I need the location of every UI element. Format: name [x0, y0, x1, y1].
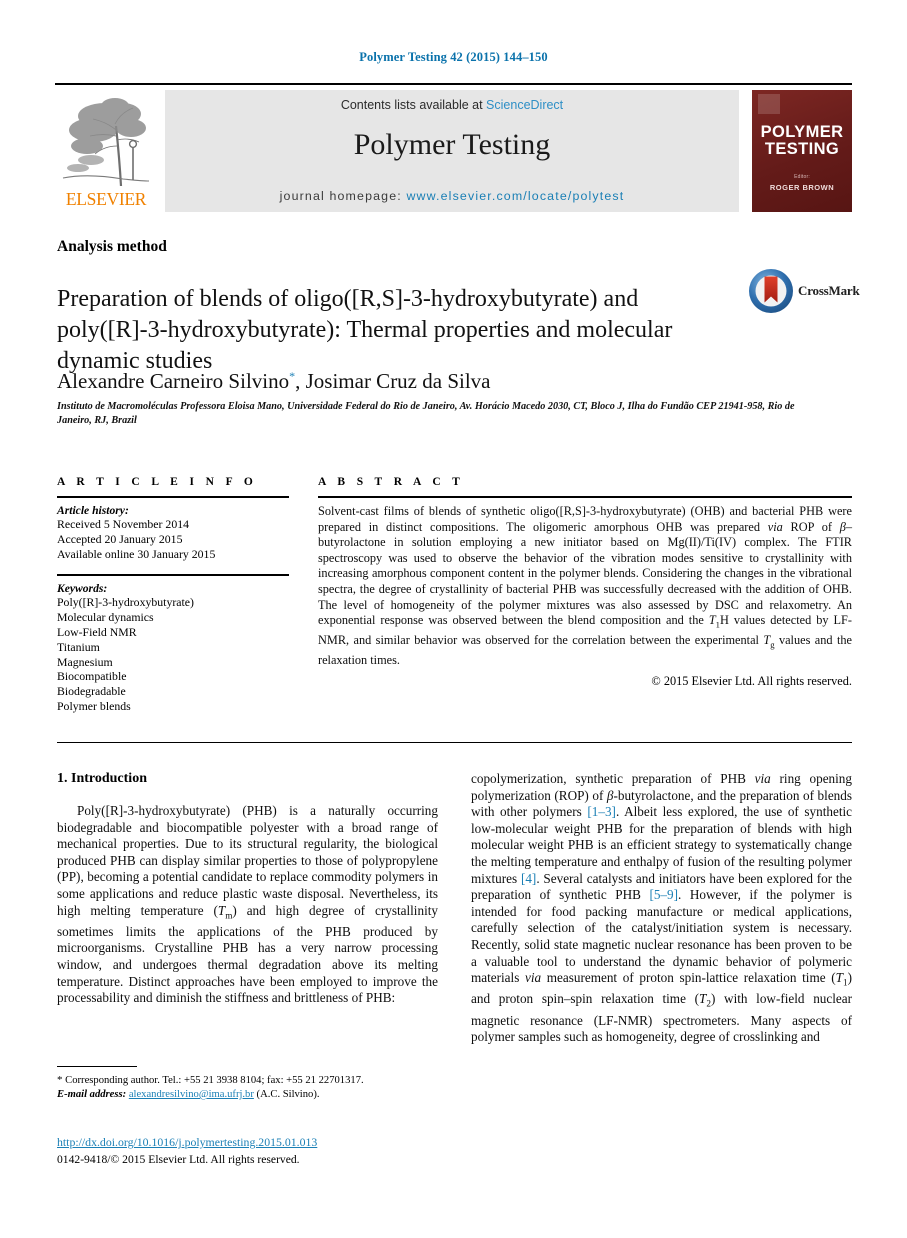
crossmark-icon: [749, 269, 793, 313]
footnote-email-owner: (A.C. Silvino).: [256, 1089, 320, 1100]
journal-homepage-line: journal homepage: www.elsevier.com/locat…: [165, 189, 739, 203]
abstract-heading: A B S T R A C T: [318, 476, 465, 488]
article-history-label: Article history:: [57, 504, 129, 517]
sciencedirect-link[interactable]: ScienceDirect: [486, 98, 563, 112]
author-name-2: Josimar Cruz da Silva: [305, 369, 491, 393]
journal-title: Polymer Testing: [353, 128, 551, 161]
footnote-email-label: E-mail address:: [57, 1089, 127, 1100]
contents-available-prefix: Contents lists available at: [340, 98, 487, 112]
doi-link[interactable]: http://dx.doi.org/10.1016/j.polymertesti…: [57, 1135, 317, 1150]
article-history-received: Received 5 November 2014: [57, 517, 190, 531]
citation-link[interactable]: [4]: [521, 871, 536, 886]
article-history-online: Available online 30 January 2015: [57, 546, 216, 561]
keywords-label: Keywords:: [57, 582, 108, 596]
keyword-item: Polymer blends: [57, 698, 131, 713]
author-list: Alexandre Carneiro Silvino*, Josimar Cru…: [57, 369, 491, 394]
author-separator: ,: [295, 369, 306, 393]
citation-link[interactable]: [5–9]: [649, 887, 678, 902]
masthead-top-rule: [55, 83, 852, 85]
keyword-item: Magnesium: [57, 654, 113, 669]
keyword-item: Biocompatible: [57, 669, 127, 684]
keywords-rule: [57, 574, 289, 577]
abstract-copyright: © 2015 Elsevier Ltd. All rights reserved…: [651, 673, 852, 688]
article-info-rule: [57, 496, 289, 498]
cover-editor-label: Editor:: [794, 174, 810, 180]
author-affiliation: Instituto de Macromoléculas Professora E…: [57, 401, 795, 426]
contents-available-line: Contents lists available at ScienceDirec…: [165, 98, 739, 112]
abstract-block: A B S T R A C T Solvent-cast films of bl…: [318, 476, 852, 689]
cover-title-line2: TESTING: [764, 140, 840, 158]
article-history-accepted: Accepted 20 January 2015: [57, 531, 183, 546]
footnote-email-link[interactable]: alexandresilvino@ima.ufrj.br: [129, 1089, 254, 1100]
keyword-item: Poly([R]-3-hydroxybutyrate): [57, 595, 194, 610]
homepage-label: journal homepage:: [279, 189, 407, 203]
journal-masthead: ELSEVIER Contents lists available at Sci…: [55, 83, 852, 213]
article-kind: Analysis method: [57, 238, 167, 255]
keyword-item: Titanium: [57, 639, 100, 654]
citation-link[interactable]: [1–3]: [587, 804, 616, 819]
elsevier-logo: ELSEVIER: [57, 90, 155, 212]
homepage-url-link[interactable]: www.elsevier.com/locate/polytest: [406, 189, 624, 203]
running-head: Polymer Testing 42 (2015) 144–150: [359, 50, 548, 64]
journal-article-page: Polymer Testing 42 (2015) 144–150 ELSEVI…: [0, 0, 907, 1238]
article-info-heading: A R T I C L E I N F O: [57, 476, 258, 488]
keyword-item: Biodegradable: [57, 684, 126, 699]
abstract-rule: [318, 496, 852, 498]
cover-editor-name: ROGER BROWN: [769, 183, 835, 192]
crossmark-badge[interactable]: CrossMark: [748, 268, 860, 316]
section-heading-introduction: 1. Introduction: [57, 771, 147, 786]
journal-cover-thumbnail[interactable]: POLYMER TESTING Editor: ROGER BROWN: [752, 90, 852, 212]
cover-elsevier-mark-icon: [758, 94, 780, 114]
crossmark-label: CrossMark: [798, 283, 860, 298]
body-column-right: copolymerization, synthetic preparation …: [471, 771, 852, 1046]
body-column-left: 1. Introduction Poly([R]-3-hydroxybutyra…: [57, 771, 438, 1007]
footnote-star-marker: *: [57, 1074, 63, 1086]
keyword-item: Molecular dynamics: [57, 610, 154, 625]
article-info-block: A R T I C L E I N F O Article history: R…: [57, 476, 289, 714]
keyword-item: Low-Field NMR: [57, 624, 137, 639]
elsevier-wordmark: ELSEVIER: [65, 189, 147, 209]
corresponding-author-footnote: * Corresponding author. Tel.: +55 21 393…: [57, 1073, 447, 1102]
masthead-center-band: Contents lists available at ScienceDirec…: [165, 90, 739, 212]
author-name-1: Alexandre Carneiro Silvino: [57, 369, 290, 393]
footnote-corresponding-text: Corresponding author. Tel.: +55 21 3938 …: [65, 1075, 364, 1086]
abstract-text: Solvent-cast films of blends of syntheti…: [318, 504, 852, 668]
page-title: Preparation of blends of oligo([R,S]-3-h…: [57, 286, 673, 375]
footnote-rule: [57, 1066, 137, 1067]
body-divider-rule: [57, 742, 852, 743]
issn-copyright-line: 0142-9418/© 2015 Elsevier Ltd. All right…: [57, 1153, 300, 1166]
intro-paragraph-left: Poly([R]-3-hydroxybutyrate) (PHB) is a n…: [57, 803, 438, 1006]
intro-paragraph-right: copolymerization, synthetic preparation …: [471, 771, 852, 1045]
